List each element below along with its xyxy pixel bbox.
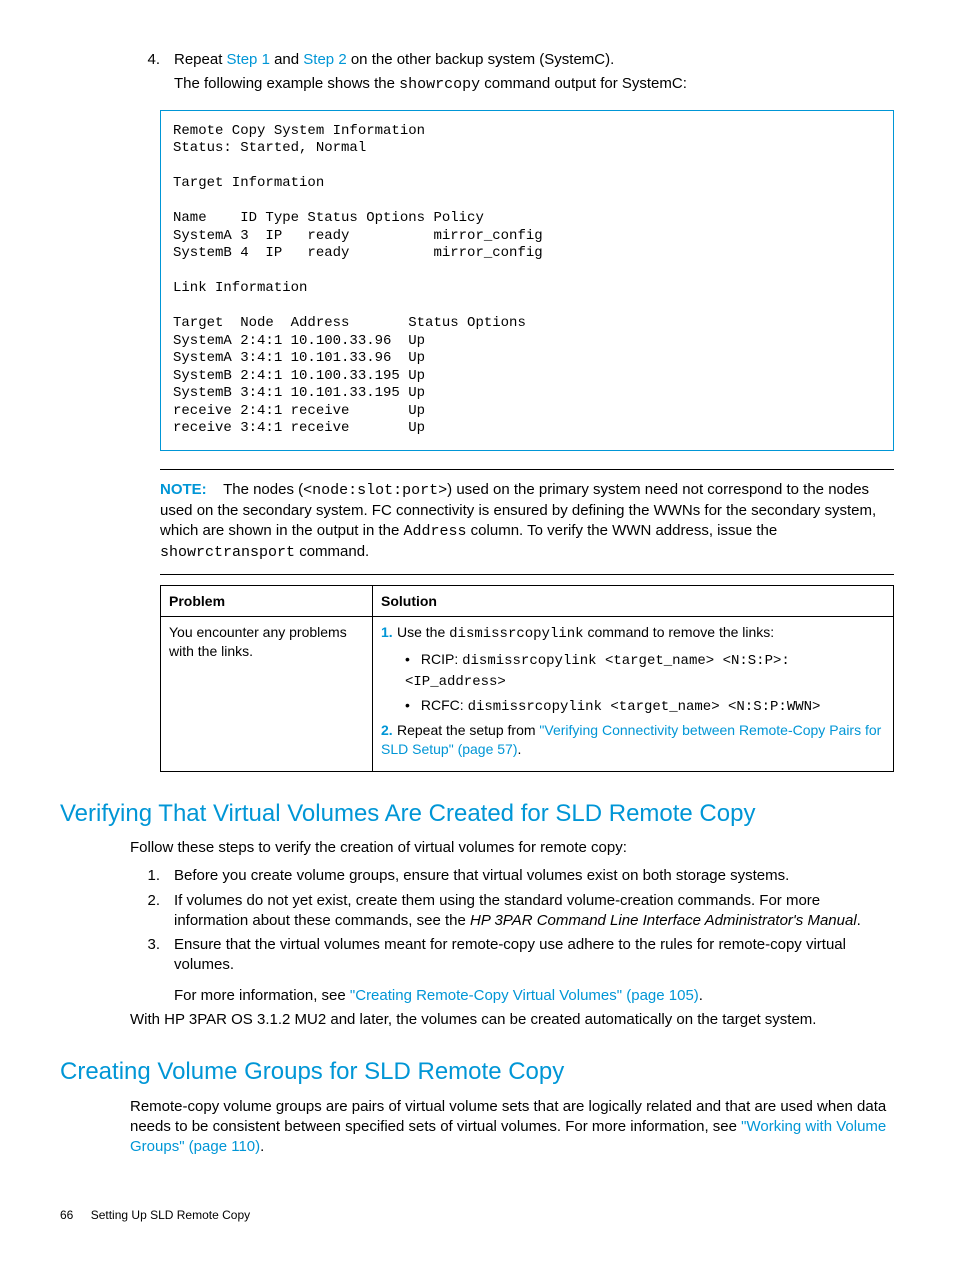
sec1-intro: Follow these steps to verify the creatio… [130, 838, 894, 858]
note-label: NOTE: [160, 481, 207, 498]
footer-title: Setting Up SLD Remote Copy [91, 1208, 250, 1222]
page-footer: 66 Setting Up SLD Remote Copy [60, 1207, 894, 1223]
solution-cell: 1.Use the dismissrcopylink command to re… [373, 617, 894, 771]
sec1-item1: Before you create volume groups, ensure … [174, 866, 894, 886]
step-body: Repeat Step 1 and Step 2 on the other ba… [174, 50, 894, 96]
note-rule-top [160, 469, 894, 470]
code-output-systemc: Remote Copy System Information Status: S… [160, 110, 894, 451]
page-number: 66 [60, 1207, 73, 1223]
th-problem: Problem [161, 585, 373, 617]
sec1-item3: Ensure that the virtual volumes meant fo… [174, 935, 894, 1006]
section-verify-volumes-heading: Verifying That Virtual Volumes Are Creat… [60, 798, 894, 830]
note-rule-bottom [160, 574, 894, 575]
th-solution: Solution [373, 585, 894, 617]
sec2-para: Remote-copy volume groups are pairs of v… [130, 1097, 894, 1158]
problem-cell: You encounter any problems with the link… [161, 617, 373, 771]
creating-vv-link[interactable]: "Creating Remote-Copy Virtual Volumes" (… [350, 987, 699, 1004]
step-number: 4. [130, 50, 174, 96]
sec1-item2: If volumes do not yet exist, create them… [174, 891, 894, 932]
section-volume-groups-heading: Creating Volume Groups for SLD Remote Co… [60, 1056, 894, 1088]
sec1-tail: With HP 3PAR OS 3.1.2 MU2 and later, the… [130, 1010, 894, 1030]
step-4-block: 4. Repeat Step 1 and Step 2 on the other… [130, 50, 894, 96]
showrcopy-cmd: showrcopy [399, 76, 480, 93]
note-block: NOTE: The nodes (<node:slot:port>) used … [160, 480, 894, 564]
step1-link[interactable]: Step 1 [227, 51, 270, 68]
step2-link[interactable]: Step 2 [303, 51, 346, 68]
problem-solution-table: Problem Solution You encounter any probl… [160, 585, 894, 772]
